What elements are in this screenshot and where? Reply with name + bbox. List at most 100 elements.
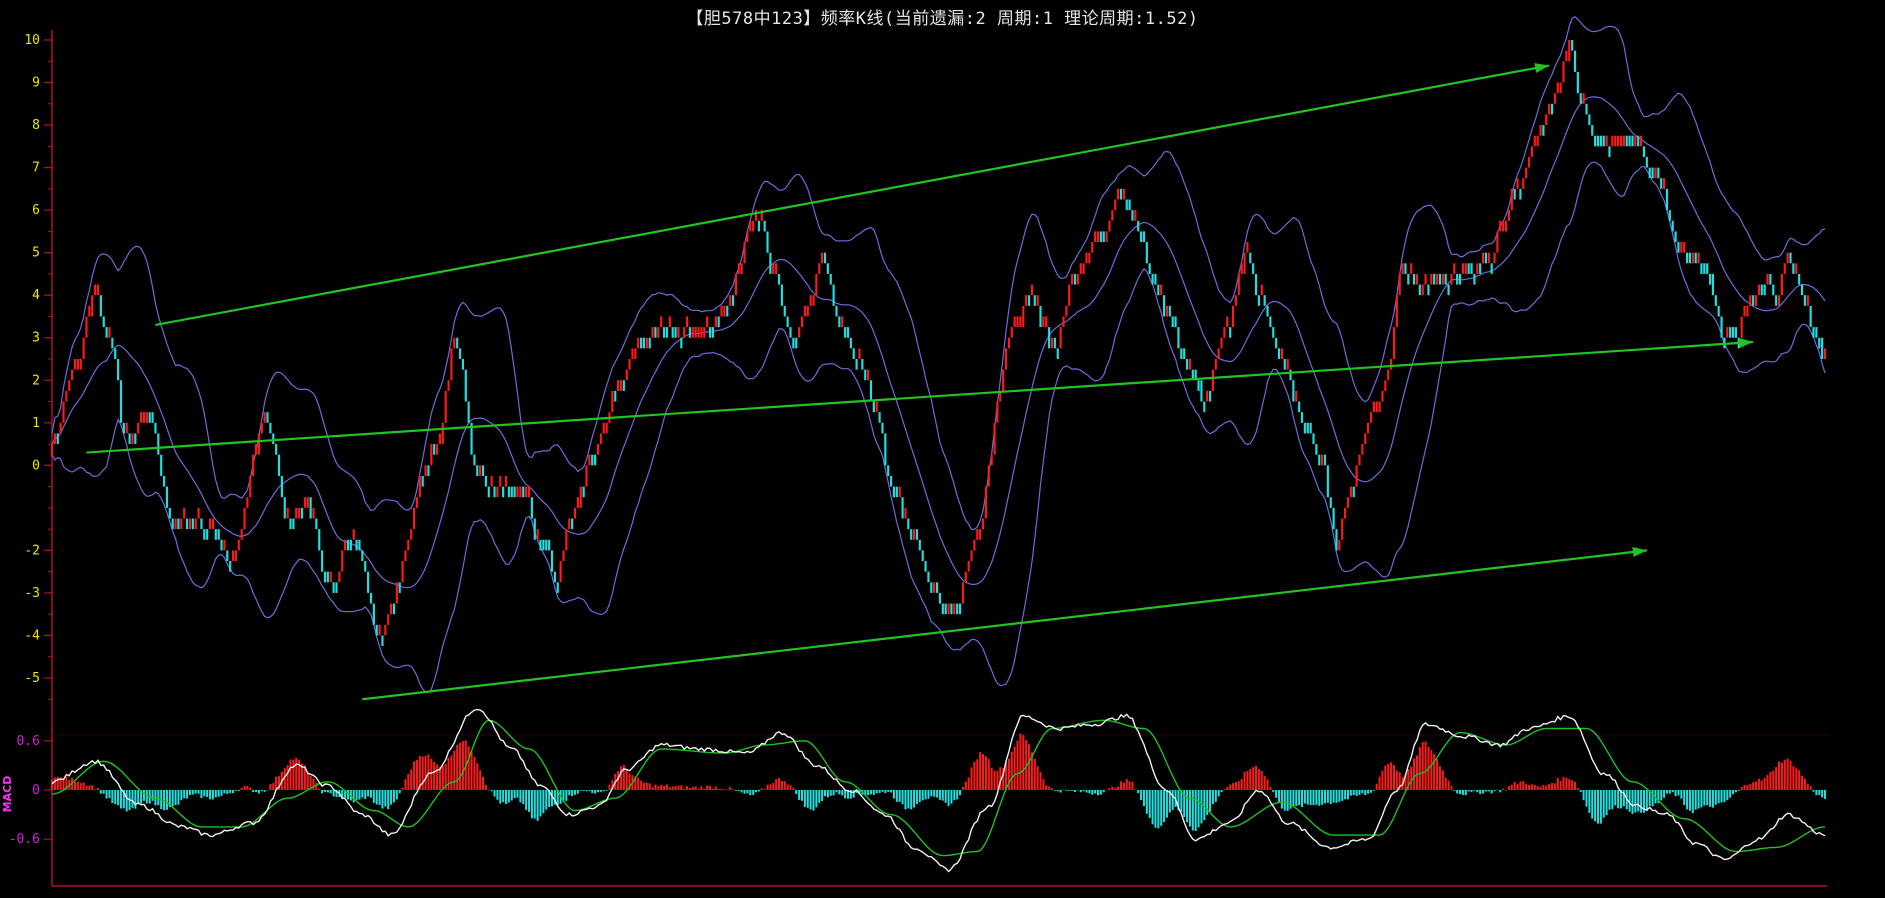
candle [1183, 348, 1186, 359]
candle [777, 273, 781, 285]
candle [1458, 273, 1462, 285]
macd-bar [1792, 766, 1795, 790]
candle [947, 603, 950, 615]
candle [979, 529, 982, 540]
macd-bar [599, 790, 602, 792]
macd-bar [1752, 782, 1755, 790]
macd-bar [1145, 790, 1148, 814]
candle [1599, 135, 1602, 147]
candle [502, 486, 505, 498]
macd-bar [970, 767, 973, 790]
macd-bar [809, 790, 812, 810]
candle [1111, 210, 1114, 221]
candle [1579, 93, 1582, 104]
macd-bar [1487, 790, 1490, 792]
candle [867, 369, 870, 381]
macd-bar [257, 790, 260, 794]
candle [1231, 305, 1235, 328]
candle [1030, 284, 1033, 296]
macd-bar [674, 785, 677, 790]
candle [1651, 167, 1654, 179]
candle [384, 624, 387, 636]
macd-bar [683, 788, 686, 790]
candle [841, 316, 844, 328]
macd-bar [1260, 770, 1263, 790]
macd-tick-label: 0.6 [17, 734, 40, 749]
macd-bar [1372, 790, 1375, 791]
candle [1637, 135, 1640, 147]
candle [234, 550, 237, 562]
candle [1823, 348, 1827, 359]
candle [1625, 135, 1628, 147]
macd-bar [131, 790, 134, 808]
candle [550, 550, 554, 572]
candle [1550, 103, 1554, 115]
candle [1464, 263, 1467, 274]
candle [487, 486, 490, 498]
candle [729, 295, 732, 306]
candle [614, 390, 617, 402]
macd-bar [183, 790, 186, 799]
macd-bar [1706, 790, 1709, 806]
macd-bar [573, 790, 576, 795]
candle [1809, 305, 1812, 328]
macd-bar [214, 790, 217, 798]
candle [1102, 231, 1105, 243]
macd-bar [1660, 790, 1663, 801]
candle [243, 507, 246, 530]
candle [1441, 273, 1444, 285]
candle [1806, 295, 1809, 306]
candle [887, 465, 890, 476]
macd-bar [1114, 788, 1117, 790]
candle [700, 327, 703, 338]
candle [749, 220, 752, 232]
macd-bar [686, 786, 689, 790]
candle [1200, 380, 1203, 402]
macd-bar [266, 789, 269, 791]
candle [769, 252, 772, 274]
macd-bar [775, 779, 778, 790]
candle [706, 316, 709, 328]
macd-dea-line [51, 719, 1826, 857]
candle [1096, 231, 1100, 243]
candle [1246, 242, 1249, 253]
macd-bar [1611, 790, 1614, 810]
macd-bar [907, 790, 910, 809]
macd-bar [1252, 767, 1255, 790]
candle [191, 518, 194, 530]
candle [1140, 231, 1143, 243]
macd-bar [1711, 790, 1714, 808]
macd-bar [1102, 790, 1105, 793]
candle [162, 475, 166, 487]
candle [464, 369, 467, 402]
candle [1114, 199, 1117, 211]
macd-bar [260, 790, 263, 792]
candle [1295, 390, 1298, 402]
macd-bar [915, 790, 918, 804]
macd-bar [700, 786, 703, 790]
candle [1326, 465, 1329, 498]
candle [1361, 444, 1364, 455]
candle [958, 603, 962, 615]
candle [1220, 337, 1223, 349]
macd-bar [407, 773, 410, 790]
candle [56, 433, 59, 445]
candle [1703, 263, 1706, 274]
macd-bar [1551, 783, 1554, 790]
candle [378, 624, 381, 636]
candle [1131, 210, 1134, 221]
candle [1812, 327, 1815, 338]
macd-bar [1803, 778, 1806, 790]
candle [338, 571, 341, 583]
candle [1622, 135, 1625, 147]
candle [1165, 305, 1169, 317]
candle [85, 316, 88, 338]
candle [1786, 252, 1789, 264]
macd-bar [642, 782, 645, 790]
candle [737, 263, 740, 274]
candle [726, 305, 729, 317]
macd-bar [496, 790, 499, 800]
candle [1648, 167, 1651, 179]
macd-bar [1142, 790, 1145, 807]
macd-bar [358, 790, 361, 800]
